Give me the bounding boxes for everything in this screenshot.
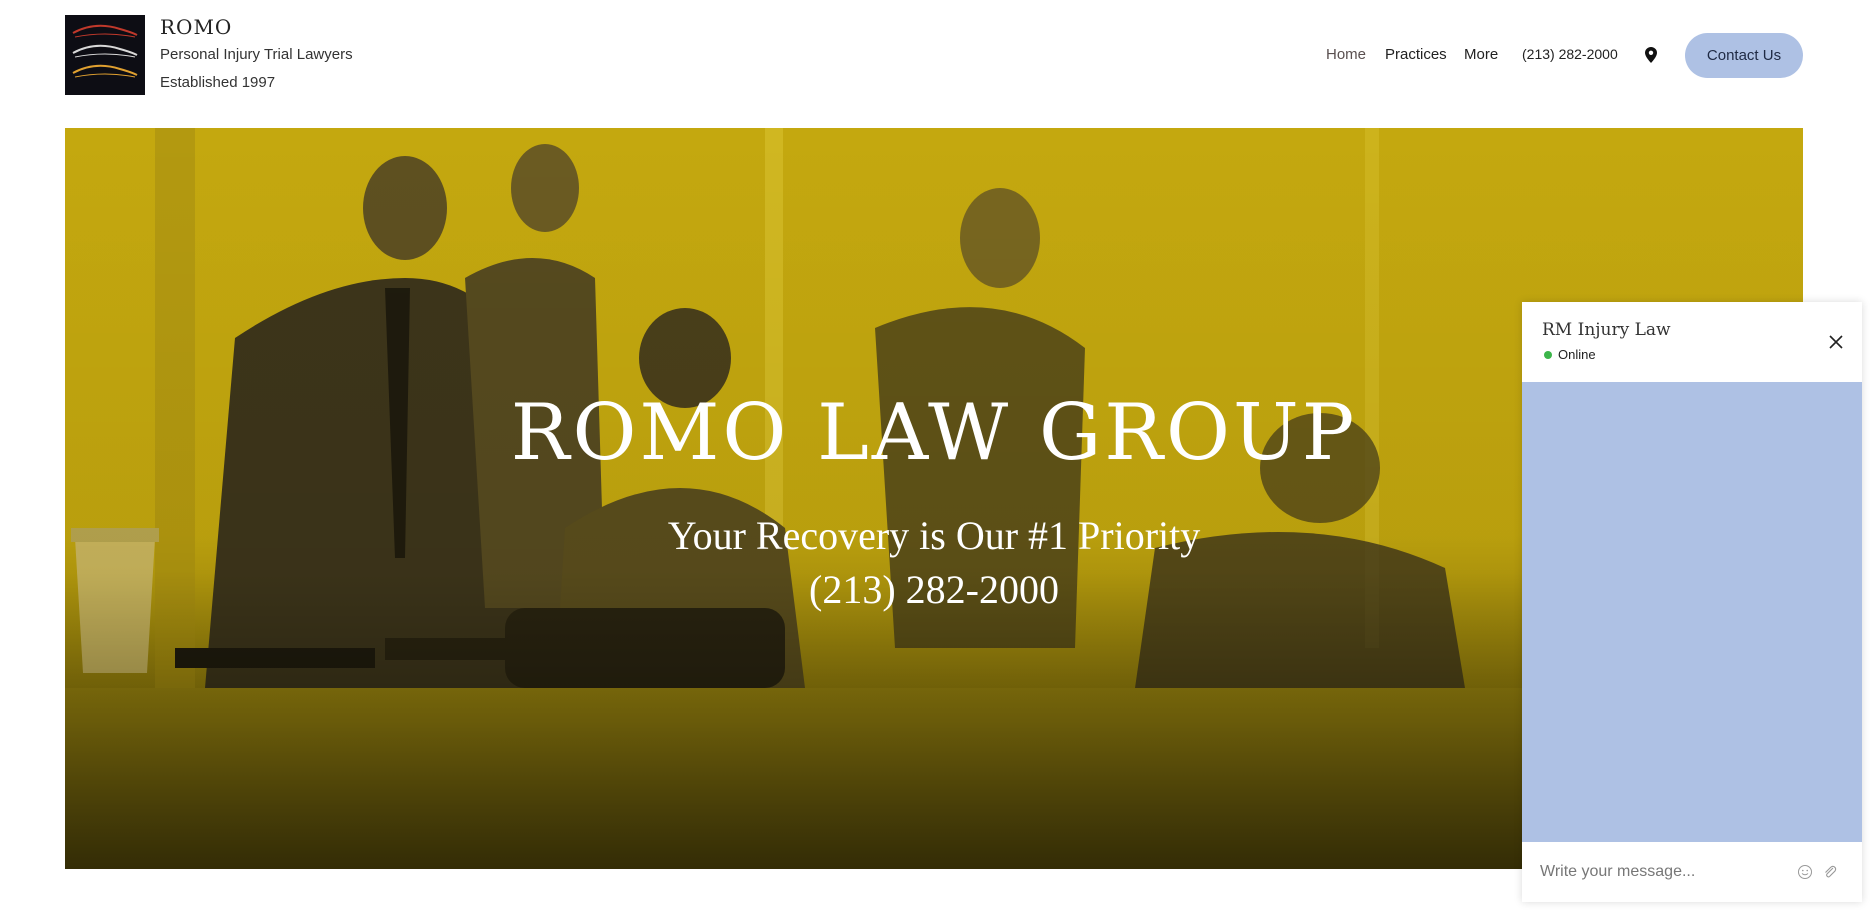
nav-item-home[interactable]: Home	[1326, 46, 1366, 63]
chat-status: Online	[1558, 347, 1596, 362]
nav-item-practices[interactable]: Practices	[1385, 46, 1447, 63]
nav-phone-link[interactable]: (213) 282-2000	[1522, 46, 1618, 62]
contact-us-button[interactable]: Contact Us	[1685, 33, 1803, 78]
online-status-dot	[1544, 351, 1552, 359]
site-header: ROMO Personal Injury Trial Lawyers Estab…	[0, 0, 1872, 110]
chat-messages-area	[1522, 382, 1862, 842]
emoji-icon[interactable]	[1797, 864, 1813, 880]
location-pin-icon[interactable]	[1645, 47, 1657, 63]
chat-message-input[interactable]	[1540, 860, 1790, 884]
chat-widget: RM Injury Law Online	[1522, 302, 1862, 902]
nav-item-more[interactable]: More	[1464, 46, 1498, 63]
logo[interactable]	[65, 15, 145, 95]
brand-subtitle: Personal Injury Trial Lawyers	[160, 46, 353, 63]
brand-name[interactable]: ROMO	[160, 15, 232, 39]
brand-established: Established 1997	[160, 74, 276, 91]
chat-input-bar	[1522, 842, 1862, 902]
attachment-icon[interactable]	[1822, 864, 1838, 880]
chat-title: RM Injury Law	[1542, 320, 1671, 340]
chat-header: RM Injury Law Online	[1522, 302, 1862, 382]
close-icon[interactable]	[1828, 334, 1844, 350]
